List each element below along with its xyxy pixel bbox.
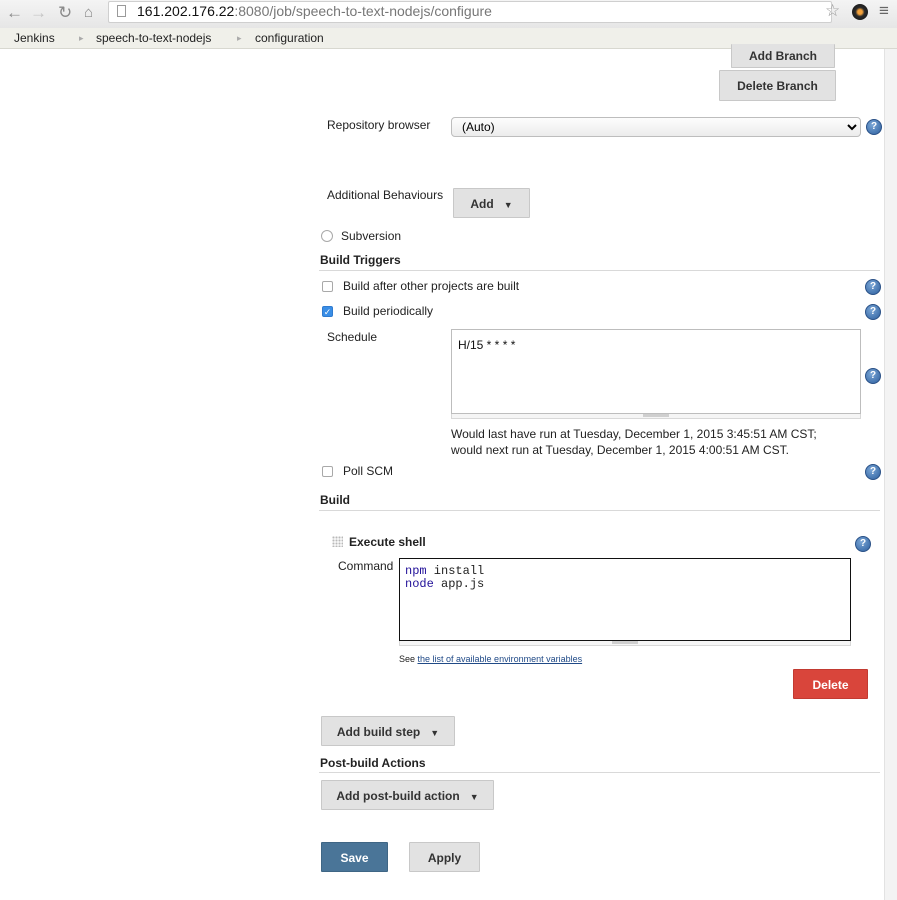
section-divider bbox=[319, 510, 880, 511]
star-icon[interactable]: ☆ bbox=[825, 1, 840, 21]
help-icon[interactable]: ? bbox=[865, 279, 881, 295]
save-button[interactable]: Save bbox=[321, 842, 388, 872]
env-vars-hint: See the list of available environment va… bbox=[399, 654, 582, 664]
build-periodically-checkbox[interactable]: ✓ bbox=[322, 306, 333, 317]
build-after-other-label: Build after other projects are built bbox=[343, 279, 520, 293]
command-keyword: node bbox=[405, 577, 434, 591]
help-icon[interactable]: ? bbox=[865, 464, 881, 480]
caret-down-icon: ▼ bbox=[469, 792, 479, 802]
schedule-last-run-text: Would last have run at Tuesday, December… bbox=[451, 427, 817, 441]
url-text: 161.202.176.22:8080/job/speech-to-text-n… bbox=[137, 2, 492, 20]
build-periodically-label: Build periodically bbox=[343, 304, 434, 318]
menu-icon[interactable]: ≡ bbox=[879, 1, 889, 21]
back-arrow-icon[interactable]: ← bbox=[6, 3, 23, 23]
reload-icon[interactable]: ↻ bbox=[58, 3, 72, 23]
add-behaviour-label: Add bbox=[470, 197, 494, 211]
schedule-resize-grip[interactable] bbox=[451, 414, 861, 419]
subversion-radio[interactable] bbox=[321, 230, 333, 242]
repository-browser-label: Repository browser bbox=[327, 118, 431, 132]
browser-toolbar: ← → ↻ ⌂ 161.202.176.22:8080/job/speech-t… bbox=[0, 0, 897, 29]
schedule-next-run-text: would next run at Tuesday, December 1, 2… bbox=[451, 443, 789, 457]
url-path: :8080/job/speech-to-text-nodejs/configur… bbox=[234, 3, 492, 19]
section-divider bbox=[319, 772, 880, 773]
breadcrumb-item-jenkins[interactable]: Jenkins bbox=[14, 28, 55, 48]
help-icon[interactable]: ? bbox=[866, 119, 882, 135]
add-branch-button[interactable]: Add Branch bbox=[731, 44, 835, 68]
build-after-other-checkbox[interactable] bbox=[322, 281, 333, 292]
repository-browser-select[interactable]: (Auto) bbox=[451, 117, 861, 137]
poll-scm-checkbox[interactable] bbox=[322, 466, 333, 477]
add-post-build-action-label: Add post-build action bbox=[336, 789, 460, 803]
subversion-label: Subversion bbox=[341, 229, 402, 243]
delete-step-button[interactable]: Delete bbox=[793, 669, 868, 699]
page-icon bbox=[117, 5, 126, 17]
help-icon[interactable]: ? bbox=[865, 368, 881, 384]
schedule-textarea[interactable]: H/15 * * * * bbox=[451, 329, 861, 414]
command-args: app.js bbox=[433, 577, 485, 591]
add-behaviour-button[interactable]: Add ▼ bbox=[453, 188, 530, 218]
section-divider bbox=[319, 270, 880, 271]
add-build-step-label: Add build step bbox=[336, 725, 421, 739]
command-args: install bbox=[426, 564, 485, 578]
execute-shell-title: Execute shell bbox=[349, 535, 426, 549]
page-scrollbar[interactable] bbox=[884, 49, 897, 900]
breadcrumb-separator-icon: ▸ bbox=[237, 33, 242, 43]
env-vars-prefix: See bbox=[399, 654, 418, 664]
command-resize-grip[interactable] bbox=[399, 641, 851, 646]
extension-icon[interactable] bbox=[852, 4, 868, 20]
caret-down-icon: ▼ bbox=[503, 200, 513, 210]
build-triggers-heading: Build Triggers bbox=[320, 253, 401, 267]
delete-branch-button[interactable]: Delete Branch bbox=[719, 70, 836, 101]
post-build-heading: Post-build Actions bbox=[320, 756, 426, 770]
apply-button[interactable]: Apply bbox=[409, 842, 480, 872]
schedule-label: Schedule bbox=[327, 330, 378, 344]
url-host: 161.202.176.22 bbox=[137, 3, 235, 19]
poll-scm-label: Poll SCM bbox=[343, 464, 394, 478]
forward-arrow-icon[interactable]: → bbox=[30, 3, 47, 23]
add-build-step-button[interactable]: Add build step ▼ bbox=[321, 716, 455, 746]
command-line: node app.js bbox=[405, 578, 845, 591]
command-keyword: npm bbox=[405, 564, 427, 578]
build-heading: Build bbox=[320, 493, 350, 507]
caret-down-icon: ▼ bbox=[430, 728, 440, 738]
add-post-build-action-button[interactable]: Add post-build action ▼ bbox=[321, 780, 494, 810]
home-icon[interactable]: ⌂ bbox=[84, 3, 93, 23]
drag-handle-icon[interactable] bbox=[332, 536, 343, 547]
help-icon[interactable]: ? bbox=[855, 536, 871, 552]
breadcrumb-separator-icon: ▸ bbox=[79, 33, 84, 43]
help-icon[interactable]: ? bbox=[865, 304, 881, 320]
command-editor[interactable]: npm install node app.js bbox=[399, 558, 851, 641]
breadcrumb-item-job[interactable]: speech-to-text-nodejs bbox=[96, 28, 211, 48]
command-label: Command bbox=[338, 559, 394, 573]
env-vars-link[interactable]: the list of available environment variab… bbox=[418, 654, 583, 664]
additional-behaviours-label: Additional Behaviours bbox=[327, 188, 444, 202]
breadcrumb-item-configuration[interactable]: configuration bbox=[255, 28, 324, 48]
